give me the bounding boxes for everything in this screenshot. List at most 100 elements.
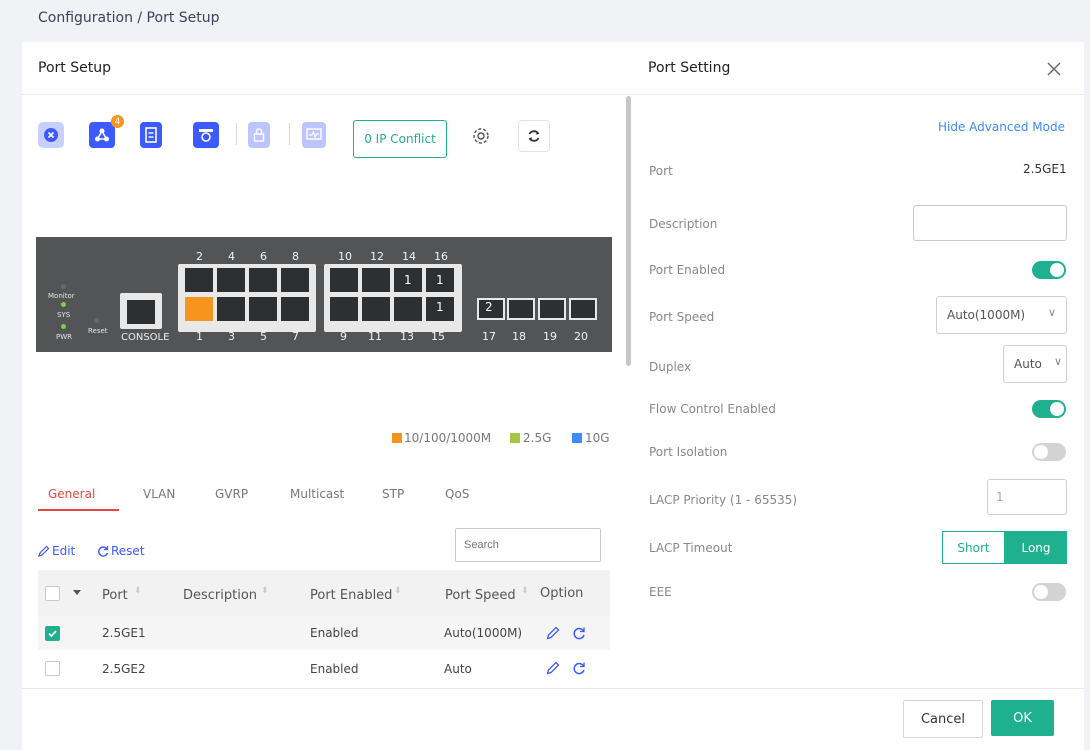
console-label: CONSOLE bbox=[121, 332, 170, 343]
monitor-icon[interactable] bbox=[302, 122, 326, 148]
port-badge: 2 bbox=[485, 300, 493, 314]
port-8[interactable] bbox=[281, 268, 309, 292]
legend-swatch bbox=[392, 433, 402, 443]
edit-button[interactable]: Edit bbox=[38, 544, 75, 558]
port-number: 14 bbox=[402, 250, 416, 263]
port-number: 10 bbox=[338, 250, 352, 263]
legend-label: 10/100/1000M bbox=[404, 431, 492, 445]
port-number: 19 bbox=[543, 330, 557, 343]
duplex-select[interactable]: Auto ∨ bbox=[1003, 345, 1067, 383]
sfp-port-18[interactable] bbox=[507, 298, 535, 320]
sfp-port-19[interactable] bbox=[538, 298, 566, 320]
port-badge: 1 bbox=[436, 300, 444, 314]
search-input[interactable] bbox=[455, 528, 601, 562]
port-enabled-toggle[interactable] bbox=[1032, 261, 1066, 279]
cancel-button[interactable]: Cancel bbox=[903, 700, 983, 738]
port-badge: 1 bbox=[436, 273, 444, 287]
port-12[interactable] bbox=[362, 268, 390, 292]
server-icon[interactable] bbox=[140, 122, 162, 148]
eee-toggle[interactable] bbox=[1032, 583, 1066, 601]
sort-icon[interactable]: ⬍ bbox=[521, 586, 529, 596]
row-checkbox[interactable] bbox=[45, 661, 60, 676]
port-4[interactable] bbox=[217, 268, 245, 292]
eee-label: EEE bbox=[649, 585, 672, 599]
port-11[interactable] bbox=[362, 297, 390, 321]
column-header-option: Option bbox=[540, 586, 584, 601]
port-speed-label: Port Speed bbox=[649, 310, 715, 324]
pencil-icon[interactable] bbox=[546, 660, 560, 679]
port-speed-select[interactable]: Auto(1000M) ∨ bbox=[936, 296, 1067, 334]
column-header-description[interactable]: Description bbox=[183, 588, 257, 603]
port-isolation-toggle[interactable] bbox=[1032, 443, 1066, 461]
console-port[interactable] bbox=[127, 300, 155, 324]
column-header-port[interactable]: Port bbox=[102, 588, 128, 603]
lacp-timeout-label: LACP Timeout bbox=[649, 541, 733, 555]
legend-label: 2.5G bbox=[523, 431, 552, 445]
panel-title: Port Setting bbox=[648, 60, 731, 76]
reset-icon[interactable] bbox=[572, 625, 586, 644]
reset-icon[interactable] bbox=[572, 660, 586, 679]
port-number: 12 bbox=[370, 250, 384, 263]
cell-enabled: Enabled bbox=[310, 662, 359, 676]
sort-icon[interactable]: ⬍ bbox=[261, 586, 269, 596]
flow-control-toggle[interactable] bbox=[1032, 400, 1066, 418]
port-7[interactable] bbox=[281, 297, 309, 321]
toolbar-divider bbox=[236, 123, 237, 145]
port-number: 8 bbox=[292, 250, 299, 263]
tab-vlan[interactable]: VLAN bbox=[143, 487, 175, 501]
legend-swatch bbox=[572, 433, 582, 443]
port-6[interactable] bbox=[249, 268, 277, 292]
sort-icon[interactable]: ⬍ bbox=[394, 586, 402, 596]
reset-button[interactable]: Reset bbox=[97, 544, 145, 558]
port-1[interactable] bbox=[185, 297, 213, 321]
sort-icon[interactable]: ⬍ bbox=[134, 586, 142, 596]
lacp-priority-input[interactable]: 1 bbox=[987, 479, 1067, 515]
chevron-down-icon: ∨ bbox=[1053, 355, 1062, 368]
refresh-button[interactable] bbox=[518, 120, 550, 152]
active-tab-underline bbox=[38, 509, 119, 511]
port-number: 9 bbox=[340, 330, 347, 343]
port-10[interactable] bbox=[330, 268, 358, 292]
close-circle-icon[interactable] bbox=[38, 122, 64, 148]
lock-icon[interactable] bbox=[248, 122, 270, 148]
row-checkbox[interactable] bbox=[45, 626, 60, 641]
flow-control-label: Flow Control Enabled bbox=[649, 402, 776, 416]
camera-icon[interactable] bbox=[193, 122, 219, 148]
select-all-checkbox[interactable] bbox=[45, 586, 60, 601]
pencil-icon bbox=[38, 545, 50, 557]
select-dropdown-icon[interactable] bbox=[73, 590, 81, 595]
port-13[interactable] bbox=[394, 297, 422, 321]
topology-icon[interactable] bbox=[89, 122, 115, 148]
column-header-port-speed[interactable]: Port Speed bbox=[445, 588, 516, 603]
notification-badge: 4 bbox=[111, 115, 124, 128]
description-label: Description bbox=[649, 217, 718, 231]
port-2[interactable] bbox=[185, 268, 213, 292]
ok-button[interactable]: OK bbox=[991, 700, 1054, 736]
description-input[interactable] bbox=[913, 205, 1067, 241]
left-scrollbar[interactable] bbox=[626, 96, 631, 366]
pencil-icon[interactable] bbox=[546, 625, 560, 644]
tab-qos[interactable]: QoS bbox=[445, 487, 469, 501]
port-number: 7 bbox=[292, 330, 299, 343]
port-number: 20 bbox=[574, 330, 588, 343]
lacp-timeout-long-button[interactable]: Long bbox=[1005, 531, 1067, 564]
gear-icon[interactable] bbox=[469, 124, 493, 148]
sfp-port-20[interactable] bbox=[569, 298, 597, 320]
reset-icon bbox=[98, 546, 109, 557]
sys-led bbox=[61, 302, 66, 307]
close-icon[interactable] bbox=[1047, 61, 1061, 80]
lacp-priority-label: LACP Priority (1 - 65535) bbox=[649, 493, 798, 507]
hide-advanced-mode-link[interactable]: Hide Advanced Mode bbox=[938, 120, 1065, 134]
tab-gvrp[interactable]: GVRP bbox=[215, 487, 248, 501]
port-5[interactable] bbox=[249, 297, 277, 321]
reset-hole bbox=[94, 318, 99, 323]
cell-speed: Auto(1000M) bbox=[444, 626, 523, 640]
tab-general[interactable]: General bbox=[48, 487, 95, 501]
tab-multicast[interactable]: Multicast bbox=[290, 487, 344, 501]
port-9[interactable] bbox=[330, 297, 358, 321]
column-header-port-enabled[interactable]: Port Enabled bbox=[310, 588, 392, 603]
port-3[interactable] bbox=[217, 297, 245, 321]
ip-conflict-button[interactable]: 0 IP Conflict bbox=[353, 120, 447, 158]
lacp-timeout-short-button[interactable]: Short bbox=[942, 531, 1005, 564]
tab-stp[interactable]: STP bbox=[382, 487, 404, 501]
